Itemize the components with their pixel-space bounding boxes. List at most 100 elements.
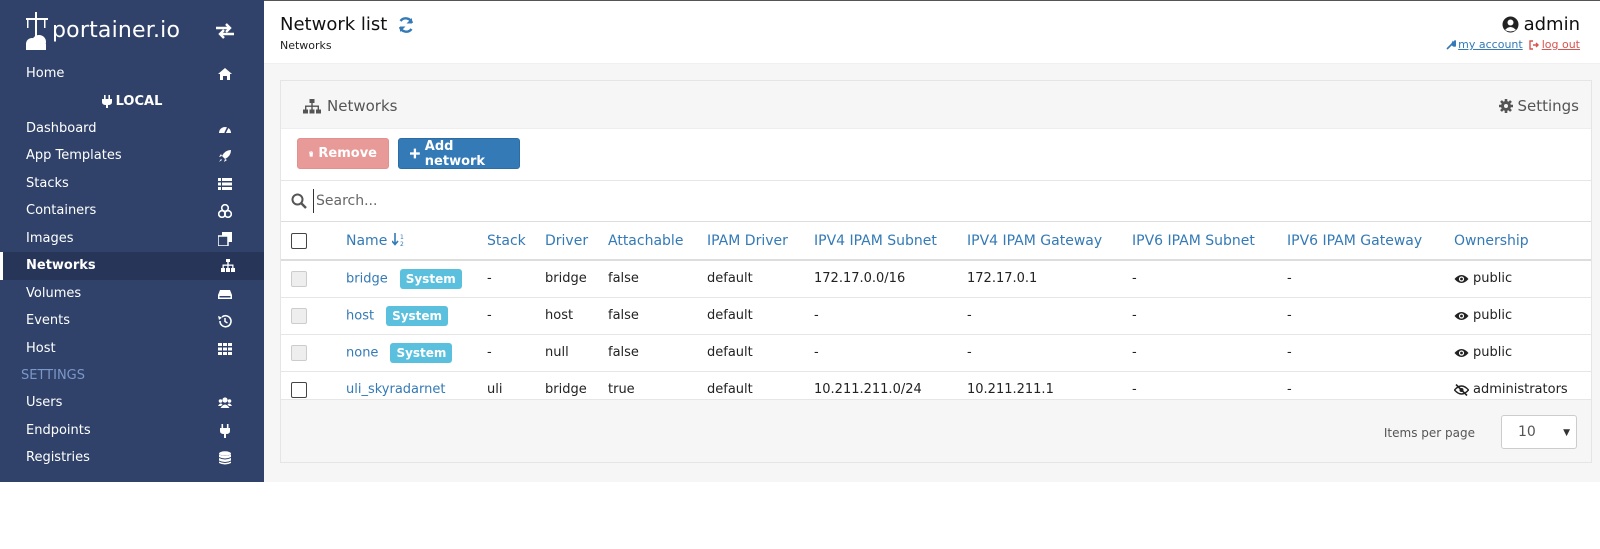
sitemap-icon xyxy=(303,98,321,113)
sidebar-toggle-icon[interactable] xyxy=(214,22,236,40)
select-all-checkbox[interactable] xyxy=(291,232,307,249)
table-row: host System - host false default - - - - public xyxy=(281,296,1591,334)
sidebar-item-label: Events xyxy=(26,313,71,329)
select-all-cell xyxy=(281,222,346,261)
add-network-label: Add network xyxy=(424,138,486,169)
settings-label: Settings xyxy=(1517,97,1579,115)
sidebar-item-dashboard[interactable]: Dashboard xyxy=(0,115,264,143)
items-per-page-select[interactable]: 10 ▼ xyxy=(1501,415,1577,449)
table-header-row: Name 12 Stack Driver Attachable IPAM Dri… xyxy=(281,222,1591,261)
row-checkbox xyxy=(291,344,307,361)
network-name-link[interactable]: uli_skyradarnet xyxy=(346,382,445,397)
endpoint-name: LOCAL xyxy=(115,93,163,109)
sidebar-item-host[interactable]: Host xyxy=(0,335,264,363)
ipv6-subnet-cell: - xyxy=(1132,259,1287,297)
column-header-ipv6-gateway[interactable]: IPV6 IPAM Gateway xyxy=(1287,222,1454,261)
column-header-ipv4-subnet[interactable]: IPV4 IPAM Subnet xyxy=(814,222,967,261)
networks-widget: Networks Settings Remove Add network Sea… xyxy=(280,80,1592,463)
table-row: none System - null false default - - - - public xyxy=(281,333,1591,371)
clone-icon xyxy=(218,231,232,246)
sidebar-item-endpoints[interactable]: Endpoints xyxy=(0,417,264,445)
user-links: my account log out xyxy=(1446,38,1580,51)
column-header-ipv4-gateway[interactable]: IPV4 IPAM Gateway xyxy=(967,222,1132,261)
gear-icon xyxy=(1499,99,1514,113)
ipv6-subnet-cell: - xyxy=(1132,296,1287,334)
sidebar-item-containers[interactable]: Containers xyxy=(0,197,264,225)
my-account-label: my account xyxy=(1458,38,1523,51)
networks-table: Name 12 Stack Driver Attachable IPAM Dri… xyxy=(281,222,1591,408)
ipv4-gateway-cell: - xyxy=(967,296,1132,334)
trash-icon xyxy=(309,150,314,157)
table-row: bridge System - bridge false default 172.17.0.… xyxy=(281,259,1591,297)
ipv4-gateway-cell: 172.17.0.1 xyxy=(967,259,1132,297)
column-header-ipv6-subnet[interactable]: IPV6 IPAM Subnet xyxy=(1132,222,1287,261)
sidebar-item-events[interactable]: Events xyxy=(0,307,264,335)
sidebar-item-volumes[interactable]: Volumes xyxy=(0,280,264,308)
system-badge: System xyxy=(390,342,453,363)
driver-cell: host xyxy=(545,296,608,334)
ownership-label: public xyxy=(1473,345,1513,360)
log-out-label: log out xyxy=(1541,38,1580,51)
remove-label: Remove xyxy=(318,146,377,161)
my-account-link[interactable]: my account xyxy=(1446,38,1523,51)
network-name-link[interactable]: host xyxy=(346,308,374,323)
sidebar-item-networks[interactable]: Networks xyxy=(0,252,264,280)
eye-icon xyxy=(1454,311,1469,320)
sidebar-item-images[interactable]: Images xyxy=(0,225,264,253)
column-header-stack[interactable]: Stack xyxy=(487,222,545,261)
rocket-icon xyxy=(219,150,231,162)
row-select-cell xyxy=(281,259,346,297)
settings-toggle[interactable]: Settings xyxy=(1499,97,1579,115)
widget-title: Networks xyxy=(303,97,397,115)
sidebar-item-app-templates[interactable]: App Templates xyxy=(0,142,264,170)
ipv4-gateway-cell: - xyxy=(967,333,1132,371)
sidebar-item-home[interactable]: Home xyxy=(0,60,264,88)
ownership-cell: public xyxy=(1454,296,1591,334)
widget-header: Networks Settings xyxy=(281,81,1591,129)
attachable-cell: false xyxy=(608,259,707,297)
row-select-cell xyxy=(281,296,346,334)
stack-cell: - xyxy=(487,296,545,334)
sidebar-item-label: Registries xyxy=(26,450,90,466)
plus-icon xyxy=(410,148,420,159)
row-checkbox xyxy=(291,307,307,324)
column-header-name[interactable]: Name 12 xyxy=(346,222,487,261)
widget-footer: Items per page 10 ▼ xyxy=(281,399,1591,462)
row-checkbox[interactable] xyxy=(291,381,307,398)
ipam-driver-cell: default xyxy=(707,333,814,371)
network-name-link[interactable]: bridge xyxy=(346,271,388,286)
sidebar-item-label: Users xyxy=(26,395,63,411)
svg-text:2: 2 xyxy=(400,241,404,246)
sidebar-item-label: Endpoints xyxy=(26,422,91,438)
server-icon xyxy=(218,204,232,218)
history-icon xyxy=(218,314,232,328)
username: admin xyxy=(1523,14,1580,35)
items-per-page-label: Items per page xyxy=(1383,426,1475,440)
users-icon xyxy=(218,397,232,408)
add-network-button[interactable]: Add network xyxy=(398,138,520,169)
ipv4-subnet-cell: - xyxy=(814,333,967,371)
column-header-ipam-driver[interactable]: IPAM Driver xyxy=(707,222,814,261)
ownership-label: administrators xyxy=(1473,382,1568,398)
portainer-logo[interactable]: portainer.io xyxy=(24,8,180,52)
name-cell: none System xyxy=(346,333,487,371)
search-input[interactable] xyxy=(313,189,1513,213)
sidebar-item-label: Networks xyxy=(26,258,96,274)
page-header: Network list Networks admin my account l… xyxy=(264,0,1600,64)
th-icon xyxy=(218,342,232,355)
log-out-link[interactable]: log out xyxy=(1529,38,1580,51)
network-name-link[interactable]: none xyxy=(346,345,378,360)
row-select-cell xyxy=(281,333,346,371)
column-header-driver[interactable]: Driver xyxy=(545,222,608,261)
settings-section-label: SETTINGS xyxy=(21,368,86,383)
actions-bar: Remove Add network xyxy=(281,129,1591,181)
column-header-attachable[interactable]: Attachable xyxy=(608,222,707,261)
page-title-text: Network list xyxy=(280,14,388,35)
sidebar-item-stacks[interactable]: Stacks xyxy=(0,170,264,198)
column-header-ownership[interactable]: Ownership xyxy=(1454,222,1591,261)
sidebar-item-label: Host xyxy=(26,340,56,356)
refresh-icon[interactable] xyxy=(397,16,415,34)
sidebar-item-users[interactable]: Users xyxy=(0,389,264,417)
sidebar-item-registries[interactable]: Registries xyxy=(0,444,264,472)
remove-button[interactable]: Remove xyxy=(297,138,389,169)
